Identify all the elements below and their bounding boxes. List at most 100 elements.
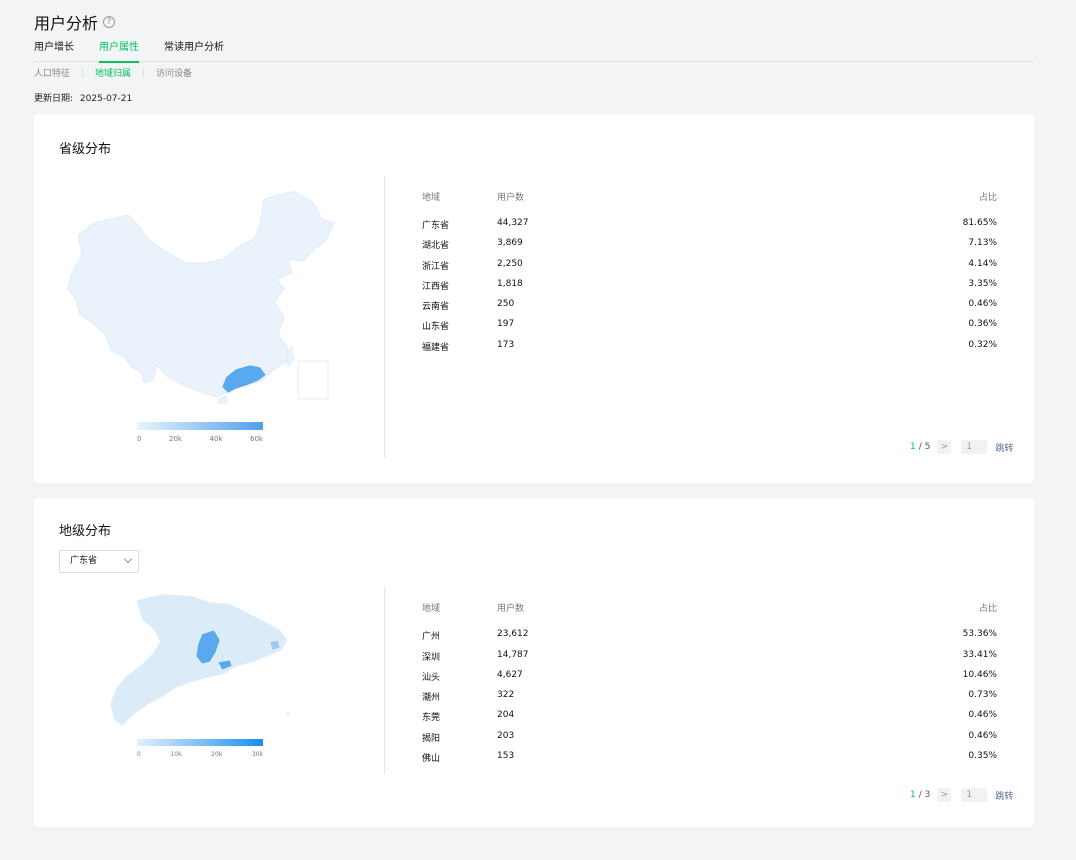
- cell-users: 173: [497, 340, 515, 350]
- map-region-china: [67, 190, 335, 398]
- pagination-total: / 5: [918, 442, 931, 452]
- legend-tick: 10k: [170, 751, 182, 758]
- table-row: 福建省 173 0.32%: [422, 340, 997, 354]
- cell-pct: 0.46%: [968, 731, 997, 741]
- cell-users: 250: [497, 299, 515, 309]
- table-row: 江西省 1,818 3.35%: [422, 279, 997, 293]
- pagination-current: 1: [910, 442, 916, 452]
- province-table: 地域 用户数 占比 广东省 44,327 81.65% 湖北省 3,869 7.…: [422, 190, 997, 360]
- tab-user-attributes[interactable]: 用户属性: [99, 41, 139, 63]
- table-row: 深圳 14,787 33.41%: [422, 650, 997, 664]
- map-island-dot: [286, 712, 290, 716]
- cell-pct: 7.13%: [968, 238, 997, 248]
- main-tabs: 用户增长 用户属性 常读用户分析: [34, 41, 1034, 63]
- cell-pct: 0.35%: [968, 751, 997, 761]
- legend-tick: 20k: [211, 751, 223, 758]
- table-row: 潮州 322 0.73%: [422, 690, 997, 704]
- page-number-input[interactable]: 1: [961, 788, 988, 802]
- card-divider: [384, 587, 385, 774]
- next-page-button[interactable]: >: [937, 440, 952, 454]
- cell-pct: 3.35%: [968, 279, 997, 289]
- pagination-current: 1: [910, 790, 916, 800]
- city-pagination: 1 / 3 > 1 跳转: [910, 788, 1013, 802]
- table-row: 山东省 197 0.36%: [422, 319, 997, 333]
- cell-pct: 53.36%: [962, 629, 997, 639]
- sub-tabs: 人口特征 地域归属 访问设备: [34, 66, 192, 79]
- table-row: 广东省 44,327 81.65%: [422, 218, 997, 232]
- cell-users: 4,627: [497, 670, 523, 680]
- cell-pct: 0.32%: [968, 340, 997, 350]
- city-table: 地域 用户数 占比 广州 23,612 53.36% 深圳 14,787 33.…: [422, 601, 997, 771]
- city-legend-labels: 0 10k 20k 30k: [137, 751, 263, 758]
- map-region-shantou: [269, 639, 281, 651]
- column-header-pct: 占比: [978, 604, 997, 614]
- province-distribution-card: 省级分布 0 20k 40k 60k 地域 用户数 占比 广东省 44,327 …: [34, 114, 1034, 483]
- province-legend-bar: [137, 422, 263, 430]
- cell-region: 福建省: [422, 343, 450, 353]
- cell-users: 3,869: [497, 238, 523, 248]
- china-map[interactable]: [64, 189, 339, 404]
- cell-region: 广东省: [422, 221, 450, 231]
- cell-region: 广州: [422, 632, 441, 642]
- jump-link[interactable]: 跳转: [995, 789, 1013, 802]
- pagination-total: / 3: [918, 790, 931, 800]
- column-header-users: 用户数: [497, 604, 525, 614]
- cell-pct: 0.46%: [968, 710, 997, 720]
- legend-tick: 20k: [169, 435, 182, 443]
- page-title: 用户分析: [34, 14, 99, 33]
- legend-tick: 30k: [251, 751, 263, 758]
- south-china-sea-inset: [297, 360, 329, 400]
- column-header-users: 用户数: [497, 193, 525, 203]
- subtab-demographics[interactable]: 人口特征: [34, 66, 70, 79]
- table-row: 东莞 204 0.46%: [422, 710, 997, 724]
- cell-users: 197: [497, 319, 515, 329]
- page-number-input[interactable]: 1: [961, 440, 988, 454]
- cell-pct: 0.46%: [968, 299, 997, 309]
- table-row: 汕头 4,627 10.46%: [422, 670, 997, 684]
- cell-region: 揭阳: [422, 734, 441, 744]
- cell-users: 1,818: [497, 279, 523, 289]
- jump-link[interactable]: 跳转: [995, 441, 1013, 454]
- cell-users: 153: [497, 751, 515, 761]
- guangdong-map[interactable]: [106, 592, 296, 732]
- cell-region: 潮州: [422, 693, 441, 703]
- help-icon[interactable]: ?: [103, 16, 116, 28]
- province-select-value: 广东省: [70, 556, 98, 566]
- cell-region: 汕头: [422, 673, 441, 683]
- legend-tick: 0: [137, 435, 142, 443]
- cell-pct: 0.73%: [968, 690, 997, 700]
- cell-users: 23,612: [497, 629, 529, 639]
- tab-user-growth[interactable]: 用户增长: [34, 41, 74, 62]
- cell-users: 2,250: [497, 259, 523, 269]
- cell-region: 深圳: [422, 653, 441, 663]
- chevron-down-icon: [123, 554, 133, 564]
- subtab-devices[interactable]: 访问设备: [156, 66, 192, 79]
- cell-users: 14,787: [497, 650, 529, 660]
- cell-region: 浙江省: [422, 262, 450, 272]
- cell-region: 湖北省: [422, 241, 450, 251]
- province-select[interactable]: 广东省: [59, 550, 139, 573]
- column-header-region: 地域: [422, 604, 441, 614]
- table-row: 揭阳 203 0.46%: [422, 731, 997, 745]
- cell-pct: 81.65%: [962, 218, 997, 228]
- next-page-button[interactable]: >: [937, 788, 952, 802]
- cell-users: 204: [497, 710, 515, 720]
- tab-frequent-readers[interactable]: 常读用户分析: [164, 41, 224, 62]
- table-row: 云南省 250 0.46%: [422, 299, 997, 313]
- subtab-divider: [143, 68, 145, 77]
- province-legend-labels: 0 20k 40k 60k: [137, 435, 263, 443]
- table-row: 佛山 153 0.35%: [422, 751, 997, 765]
- map-region-hainan: [217, 395, 229, 404]
- city-legend-bar: [137, 739, 263, 746]
- legend-tick: 40k: [209, 435, 223, 443]
- city-card-title: 地级分布: [59, 524, 112, 539]
- column-header-region: 地域: [422, 193, 441, 203]
- cell-pct: 10.46%: [962, 670, 997, 680]
- cell-users: 44,327: [497, 218, 529, 228]
- subtab-region[interactable]: 地域归属: [95, 66, 131, 79]
- province-pagination: 1 / 5 > 1 跳转: [910, 440, 1013, 454]
- city-distribution-card: 地级分布 广东省 0 10k 20k 30k 地域 用户数 占比 广州 23,6…: [34, 498, 1034, 827]
- cell-region: 江西省: [422, 282, 450, 292]
- update-label: 更新日期:: [34, 94, 74, 104]
- table-row: 广州 23,612 53.36%: [422, 629, 997, 643]
